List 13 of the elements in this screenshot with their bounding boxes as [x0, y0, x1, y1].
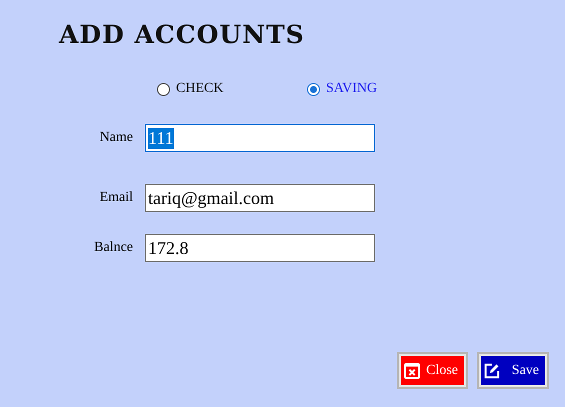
save-button[interactable]: Save	[477, 352, 549, 389]
radio-icon	[307, 82, 320, 96]
field-label: Name	[98, 130, 134, 146]
radio-icon	[157, 82, 170, 96]
account-type-radio[interactable]: CHECK	[157, 81, 307, 97]
field-label: Balnce	[93, 240, 134, 256]
input-field[interactable]: 172.8	[145, 234, 375, 262]
input-field[interactable]: 111	[145, 124, 375, 152]
input-field[interactable]: tariq@gmail.com	[145, 184, 375, 212]
page-title: ADD ACCOUNTS	[59, 20, 306, 50]
field-label: Email	[98, 190, 134, 206]
close-button[interactable]: Close	[397, 352, 468, 389]
account-type-radio[interactable]: SAVING	[307, 81, 457, 97]
